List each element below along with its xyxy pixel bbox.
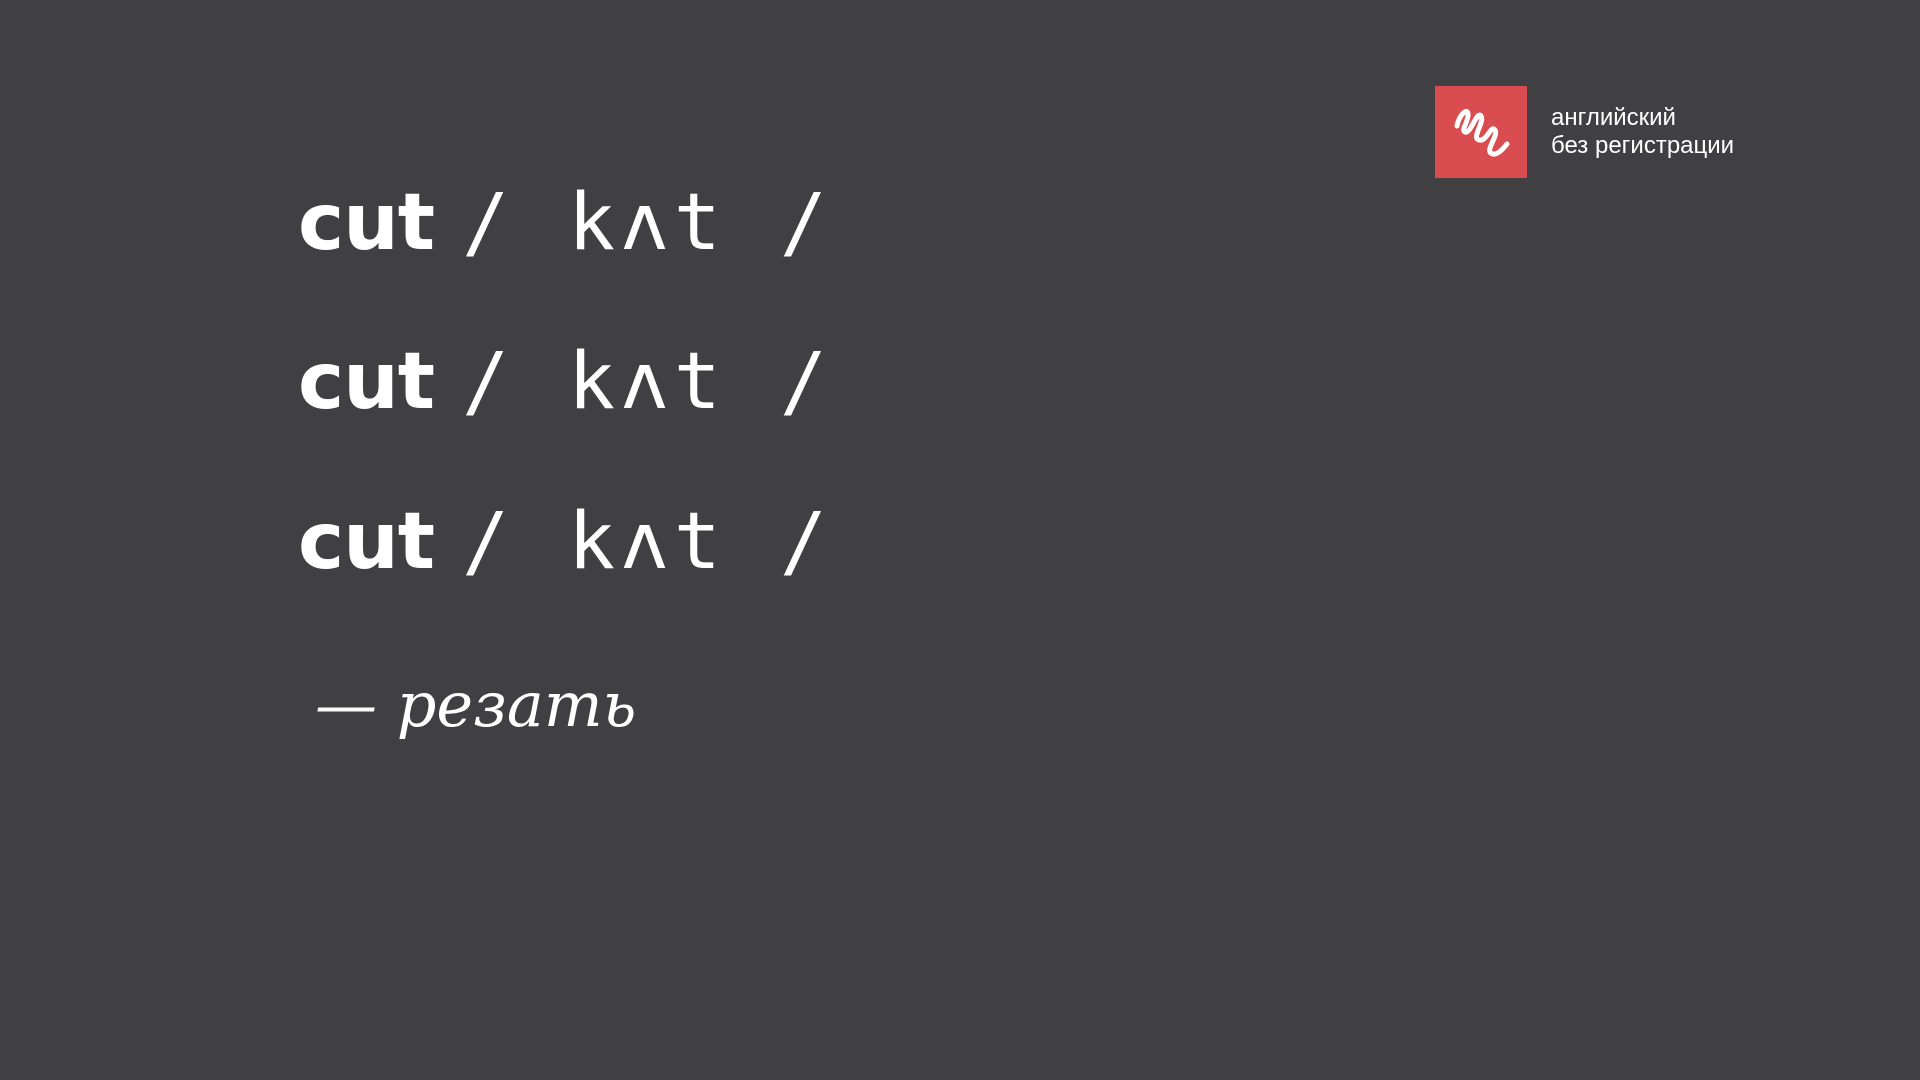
word-entry: cut / kʌt /	[298, 497, 833, 597]
phonetic-transcription: / kʌt /	[462, 497, 833, 587]
english-word: cut	[298, 178, 435, 268]
phonetic-transcription: / kʌt /	[462, 178, 833, 268]
phonetic-transcription: / kʌt /	[462, 337, 833, 427]
word-entry: cut / kʌt /	[298, 178, 833, 278]
brand-line-2: без регистрации	[1551, 132, 1735, 159]
english-word: cut	[298, 337, 435, 427]
slide: английский без регистрации cut / kʌt / c…	[0, 0, 1920, 1080]
english-word: cut	[298, 497, 435, 587]
word-entry: cut / kʌt /	[298, 337, 833, 437]
brand-line-1: английский	[1551, 104, 1676, 131]
brand-logo: английский без регистрации	[1435, 86, 1734, 178]
russian-translation: — резать	[315, 668, 637, 741]
squiggle-logo-icon	[1435, 86, 1527, 178]
brand-name: английский без регистрации	[1551, 104, 1734, 160]
